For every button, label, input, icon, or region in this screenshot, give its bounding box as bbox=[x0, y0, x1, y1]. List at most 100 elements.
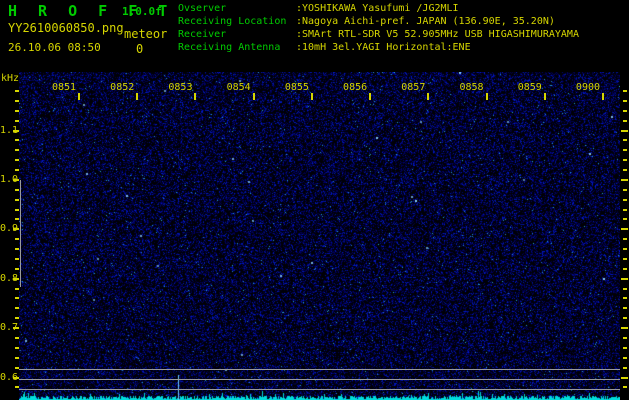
hrofft-window: H R O F F T 1.0.0f YY2610060850.png mete… bbox=[0, 0, 629, 400]
freq-minor-tick-left bbox=[15, 89, 19, 92]
freq-minor-tick-right bbox=[623, 297, 627, 300]
freq-minor-tick-right bbox=[623, 238, 627, 241]
freq-minor-tick-right bbox=[623, 109, 627, 112]
time-tick-mark bbox=[310, 93, 313, 100]
time-tick-mark bbox=[369, 93, 372, 100]
freq-unit-label: kHz bbox=[1, 73, 20, 84]
freq-minor-tick-right bbox=[623, 149, 627, 152]
freq-minor-tick-right bbox=[623, 248, 627, 251]
time-tick-mark bbox=[427, 93, 430, 100]
freq-minor-tick-right bbox=[623, 169, 627, 172]
freq-minor-tick-left bbox=[15, 356, 19, 359]
time-tick-label: 0851 bbox=[51, 82, 77, 93]
freq-minor-tick-right bbox=[623, 366, 627, 369]
freq-minor-tick-right bbox=[623, 218, 627, 221]
freq-minor-tick-left bbox=[15, 99, 19, 102]
freq-minor-tick-right bbox=[623, 159, 627, 162]
info-value: :Nagoya Aichi-pref. JAPAN (136.90E, 35.2… bbox=[296, 16, 555, 27]
time-tick-label: 0855 bbox=[284, 82, 309, 93]
freq-minor-tick-left bbox=[15, 366, 19, 369]
info-value: :10mH 3el.YAGI Horizontal:ENE bbox=[296, 42, 471, 53]
freq-minor-tick-left bbox=[15, 198, 19, 201]
freq-major-tick-right bbox=[621, 228, 628, 231]
time-tick-label: 0858 bbox=[459, 82, 484, 93]
info-row: Receiver:SMArt RTL-SDR V5 52.905MHz USB … bbox=[178, 28, 579, 41]
output-filename: YY2610060850.png bbox=[8, 21, 124, 35]
freq-minor-tick-right bbox=[623, 188, 627, 191]
info-label: Receiver bbox=[178, 29, 227, 40]
freq-minor-tick-left bbox=[15, 218, 19, 221]
freq-major-tick-left bbox=[13, 327, 19, 330]
freq-minor-tick-left bbox=[15, 317, 19, 320]
freq-minor-tick-left bbox=[15, 208, 19, 211]
reference-line-middle bbox=[19, 379, 620, 380]
freq-minor-tick-left bbox=[15, 386, 19, 389]
freq-major-tick-left bbox=[13, 277, 19, 280]
time-tick-label: 0854 bbox=[226, 82, 251, 93]
freq-minor-tick-right bbox=[623, 198, 627, 201]
freq-minor-tick-left bbox=[15, 248, 19, 251]
time-tick-label: 0900 bbox=[575, 82, 601, 93]
freq-major-tick-right bbox=[621, 129, 628, 132]
freq-major-tick-right bbox=[621, 327, 628, 330]
freq-minor-tick-right bbox=[623, 139, 627, 142]
freq-minor-tick-right bbox=[623, 346, 627, 349]
receiver-info: Ovserver:YOSHIKAWA Yasufumi /JG2MLI Recei… bbox=[178, 2, 579, 54]
freq-major-tick-right bbox=[621, 178, 628, 181]
freq-minor-tick-right bbox=[623, 119, 627, 122]
freq-minor-tick-left bbox=[15, 307, 19, 310]
freq-minor-tick-left bbox=[15, 238, 19, 241]
freq-minor-tick-right bbox=[623, 208, 627, 211]
freq-minor-tick-right bbox=[623, 317, 627, 320]
freq-minor-tick-right bbox=[623, 287, 627, 290]
time-tick-mark bbox=[543, 93, 546, 100]
freq-major-tick-left bbox=[13, 228, 19, 231]
info-label: Receiving Location bbox=[178, 16, 287, 27]
freq-minor-tick-left bbox=[15, 297, 19, 300]
freq-minor-tick-right bbox=[623, 267, 627, 270]
freq-minor-tick-left bbox=[15, 267, 19, 270]
info-label: Ovserver bbox=[178, 3, 227, 14]
time-tick-mark bbox=[601, 93, 604, 100]
time-tick-mark bbox=[78, 93, 80, 100]
freq-minor-tick-right bbox=[623, 257, 627, 260]
time-tick-label: 0852 bbox=[110, 82, 135, 93]
meteor-count: 0 bbox=[136, 42, 144, 56]
freq-major-tick-right bbox=[621, 376, 628, 379]
reference-line-upper bbox=[19, 369, 620, 370]
freq-minor-tick-left bbox=[15, 159, 19, 162]
reference-line-lower bbox=[19, 389, 620, 390]
freq-minor-tick-left bbox=[15, 336, 19, 339]
freq-major-tick-left bbox=[13, 129, 19, 132]
mode-label: meteor bbox=[124, 27, 168, 41]
freq-major-tick-left bbox=[13, 376, 19, 379]
freq-major-tick-left bbox=[13, 178, 19, 181]
time-tick-label: 0856 bbox=[343, 82, 368, 93]
freq-minor-tick-right bbox=[623, 336, 627, 339]
info-row: Receiving Location :Nagoya Aichi-pref. JA… bbox=[178, 15, 579, 28]
scale-bar bbox=[20, 180, 21, 287]
time-tick-label: 0859 bbox=[517, 82, 542, 93]
freq-minor-tick-left bbox=[15, 109, 19, 112]
info-label: Receiving Antenna bbox=[178, 42, 281, 53]
freq-minor-tick-right bbox=[623, 386, 627, 389]
info-row: Ovserver:YOSHIKAWA Yasufumi /JG2MLI bbox=[178, 2, 579, 15]
freq-minor-tick-left bbox=[15, 188, 19, 191]
freq-minor-tick-left bbox=[15, 287, 19, 290]
freq-minor-tick-right bbox=[623, 307, 627, 310]
time-tick-mark bbox=[252, 93, 255, 100]
app-version: 1.0.0f bbox=[122, 5, 162, 18]
spectrogram-canvas bbox=[19, 72, 620, 400]
time-tick-label: 0857 bbox=[401, 82, 426, 93]
time-tick-mark bbox=[485, 93, 488, 100]
observation-datetime: 26.10.06 08:50 bbox=[8, 41, 101, 54]
freq-major-tick-right bbox=[621, 277, 628, 280]
freq-minor-tick-left bbox=[15, 149, 19, 152]
time-tick-mark bbox=[194, 93, 197, 100]
freq-minor-tick-left bbox=[15, 169, 19, 172]
freq-minor-tick-left bbox=[15, 139, 19, 142]
freq-minor-tick-right bbox=[623, 89, 627, 92]
freq-minor-tick-left bbox=[15, 119, 19, 122]
time-tick-mark bbox=[136, 93, 139, 100]
freq-minor-tick-left bbox=[15, 346, 19, 349]
